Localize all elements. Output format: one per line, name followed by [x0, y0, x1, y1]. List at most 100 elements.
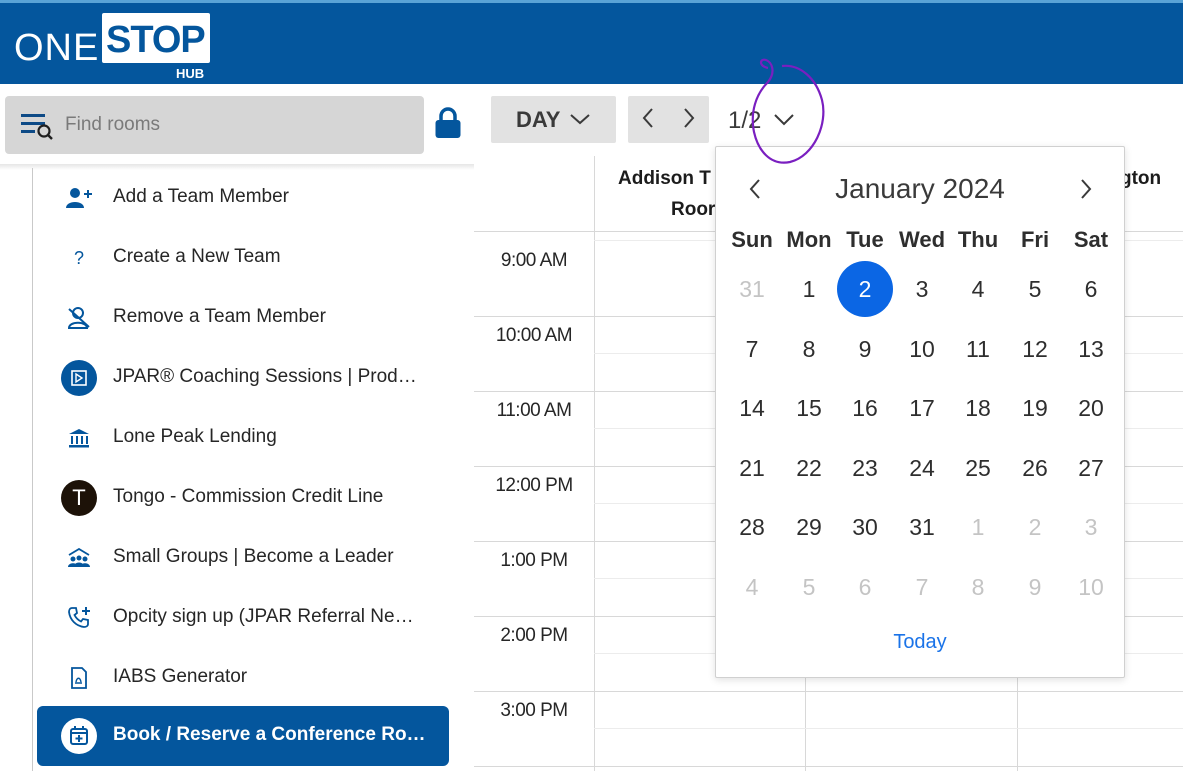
onestop-hub-logo[interactable]: ONE STOP HUB [14, 11, 214, 81]
next-month-button[interactable] [1071, 175, 1101, 205]
search-bar[interactable] [5, 96, 424, 154]
date-picker-popup: January 2024 Sun Mon Tue Wed Thu Fri Sat 31 1 2 3… [715, 146, 1125, 678]
day-cell[interactable]: 12 [1007, 321, 1063, 377]
day-number: 13 [1078, 336, 1104, 362]
month-year-title: January 2024 [835, 173, 1005, 204]
day-cell[interactable]: 6 [1063, 261, 1119, 317]
day-number: 11 [966, 336, 990, 362]
app-window: ONE STOP HUB Find rooms Add a Team Membe… [0, 0, 1183, 771]
day-cell[interactable]: 21 [724, 440, 780, 496]
day-cell[interactable]: 20 [1063, 380, 1119, 436]
day-number: 2 [858, 276, 872, 302]
day-cell[interactable]: 9 [837, 321, 893, 377]
search-input[interactable] [65, 111, 405, 139]
date-picker-chevron-icon[interactable] [772, 112, 796, 128]
hour-line [474, 691, 1183, 692]
day-cell[interactable]: 28 [724, 499, 780, 555]
day-cell[interactable]: 10 [1063, 559, 1119, 615]
weekday-header: Sun [731, 227, 773, 252]
menu-search-icon[interactable] [21, 112, 57, 140]
day-cell[interactable]: 6 [837, 559, 893, 615]
day-cell[interactable]: 4 [724, 559, 780, 615]
menu-item-label: JPAR® Coaching Sessions | Prod… [113, 366, 417, 387]
day-cell[interactable]: 30 [837, 499, 893, 555]
day-number: 8 [802, 336, 816, 362]
day-cell[interactable]: 17 [894, 380, 950, 436]
day-cell[interactable]: 2 [1007, 499, 1063, 555]
day-cell[interactable]: 22 [781, 440, 837, 496]
day-cell[interactable]: 7 [724, 321, 780, 377]
logo-word-stop: STOP [106, 19, 206, 61]
menu-item-create-team[interactable]: ? Create a New Team [37, 228, 449, 288]
previous-day-button[interactable] [628, 96, 668, 143]
menu-item-remove-team-member[interactable]: Remove a Team Member [37, 288, 449, 348]
menu-item-label: Add a Team Member [113, 186, 290, 207]
day-number: 21 [739, 455, 765, 481]
day-cell[interactable]: 5 [781, 559, 837, 615]
view-select-button[interactable]: DAY [491, 96, 616, 143]
chevron-right-icon [684, 108, 695, 128]
day-cell[interactable]: 1 [950, 499, 1006, 555]
day-cell[interactable]: 24 [894, 440, 950, 496]
day-number: 16 [852, 395, 878, 421]
logo-word-one: ONE [14, 27, 100, 69]
menu-item-add-team-member[interactable]: Add a Team Member [37, 168, 449, 228]
day-cell[interactable]: 26 [1007, 440, 1063, 496]
remove-person-icon [61, 300, 97, 336]
day-number: 3 [1084, 514, 1098, 540]
day-number: 5 [1028, 276, 1042, 302]
day-cell[interactable]: 1 [781, 261, 837, 317]
date-nav-group [628, 96, 709, 143]
day-cell[interactable]: 3 [894, 261, 950, 317]
tongo-logo-icon: T [61, 480, 97, 516]
today-button[interactable]: Today [716, 631, 1124, 654]
day-cell[interactable]: 5 [1007, 261, 1063, 317]
day-cell[interactable]: 25 [950, 440, 1006, 496]
current-date-label[interactable]: 1/2 [728, 107, 761, 135]
menu-item-small-groups[interactable]: Small Groups | Become a Leader [37, 528, 449, 588]
day-cell[interactable]: 14 [724, 380, 780, 436]
day-cell[interactable]: 8 [950, 559, 1006, 615]
question-icon: ? [73, 247, 84, 268]
menu-item-label: Book / Reserve a Conference Ro… [113, 724, 426, 745]
day-number: 27 [1078, 455, 1104, 481]
day-number: 10 [909, 336, 935, 362]
day-cell[interactable]: 27 [1063, 440, 1119, 496]
menu-item-opcity-signup[interactable]: Opcity sign up (JPAR Referral Ne… [37, 588, 449, 648]
menu-item-lone-peak-lending[interactable]: Lone Peak Lending [37, 408, 449, 468]
day-number: 12 [1022, 336, 1048, 362]
day-cell[interactable]: 7 [894, 559, 950, 615]
menu-item-tongo[interactable]: T Tongo - Commission Credit Line [37, 468, 449, 528]
day-cell[interactable]: 4 [950, 261, 1006, 317]
next-day-button[interactable] [669, 96, 709, 143]
day-cell[interactable]: 11 [950, 321, 1006, 377]
logo-word-hub: HUB [176, 66, 205, 81]
menu-item-book-conference-room[interactable]: Book / Reserve a Conference Ro… [37, 706, 449, 766]
day-cell[interactable]: 8 [781, 321, 837, 377]
day-cell[interactable]: 31 [724, 261, 780, 317]
phone-plus-icon [61, 600, 97, 636]
day-cell[interactable]: 31 [894, 499, 950, 555]
menu-item-iabs-generator[interactable]: IABS Generator [37, 648, 449, 708]
weekday-header: Fri [1020, 227, 1050, 252]
day-cell[interactable]: 19 [1007, 380, 1063, 436]
day-cell[interactable]: 15 [781, 380, 837, 436]
day-cell[interactable]: 9 [1007, 559, 1063, 615]
weekday-header: Sat [1073, 227, 1109, 252]
selected-day-cell[interactable]: 2 [837, 261, 893, 317]
lock-icon[interactable] [434, 106, 462, 142]
view-select-label: DAY [516, 106, 561, 132]
day-cell[interactable]: 23 [837, 440, 893, 496]
day-cell[interactable]: 13 [1063, 321, 1119, 377]
menu-item-jpar-coaching[interactable]: JPAR® Coaching Sessions | Prod… [37, 348, 449, 408]
day-cell[interactable]: 18 [950, 380, 1006, 436]
day-cell[interactable]: 10 [894, 321, 950, 377]
day-number: 19 [1022, 395, 1048, 421]
time-label: 1:00 PM [500, 550, 568, 571]
day-number: 20 [1078, 395, 1104, 421]
day-cell[interactable]: 3 [1063, 499, 1119, 555]
day-cell[interactable]: 16 [837, 380, 893, 436]
room-header-line1: Addison T [618, 168, 711, 189]
day-cell[interactable]: 29 [781, 499, 837, 555]
day-number: 28 [739, 514, 765, 540]
